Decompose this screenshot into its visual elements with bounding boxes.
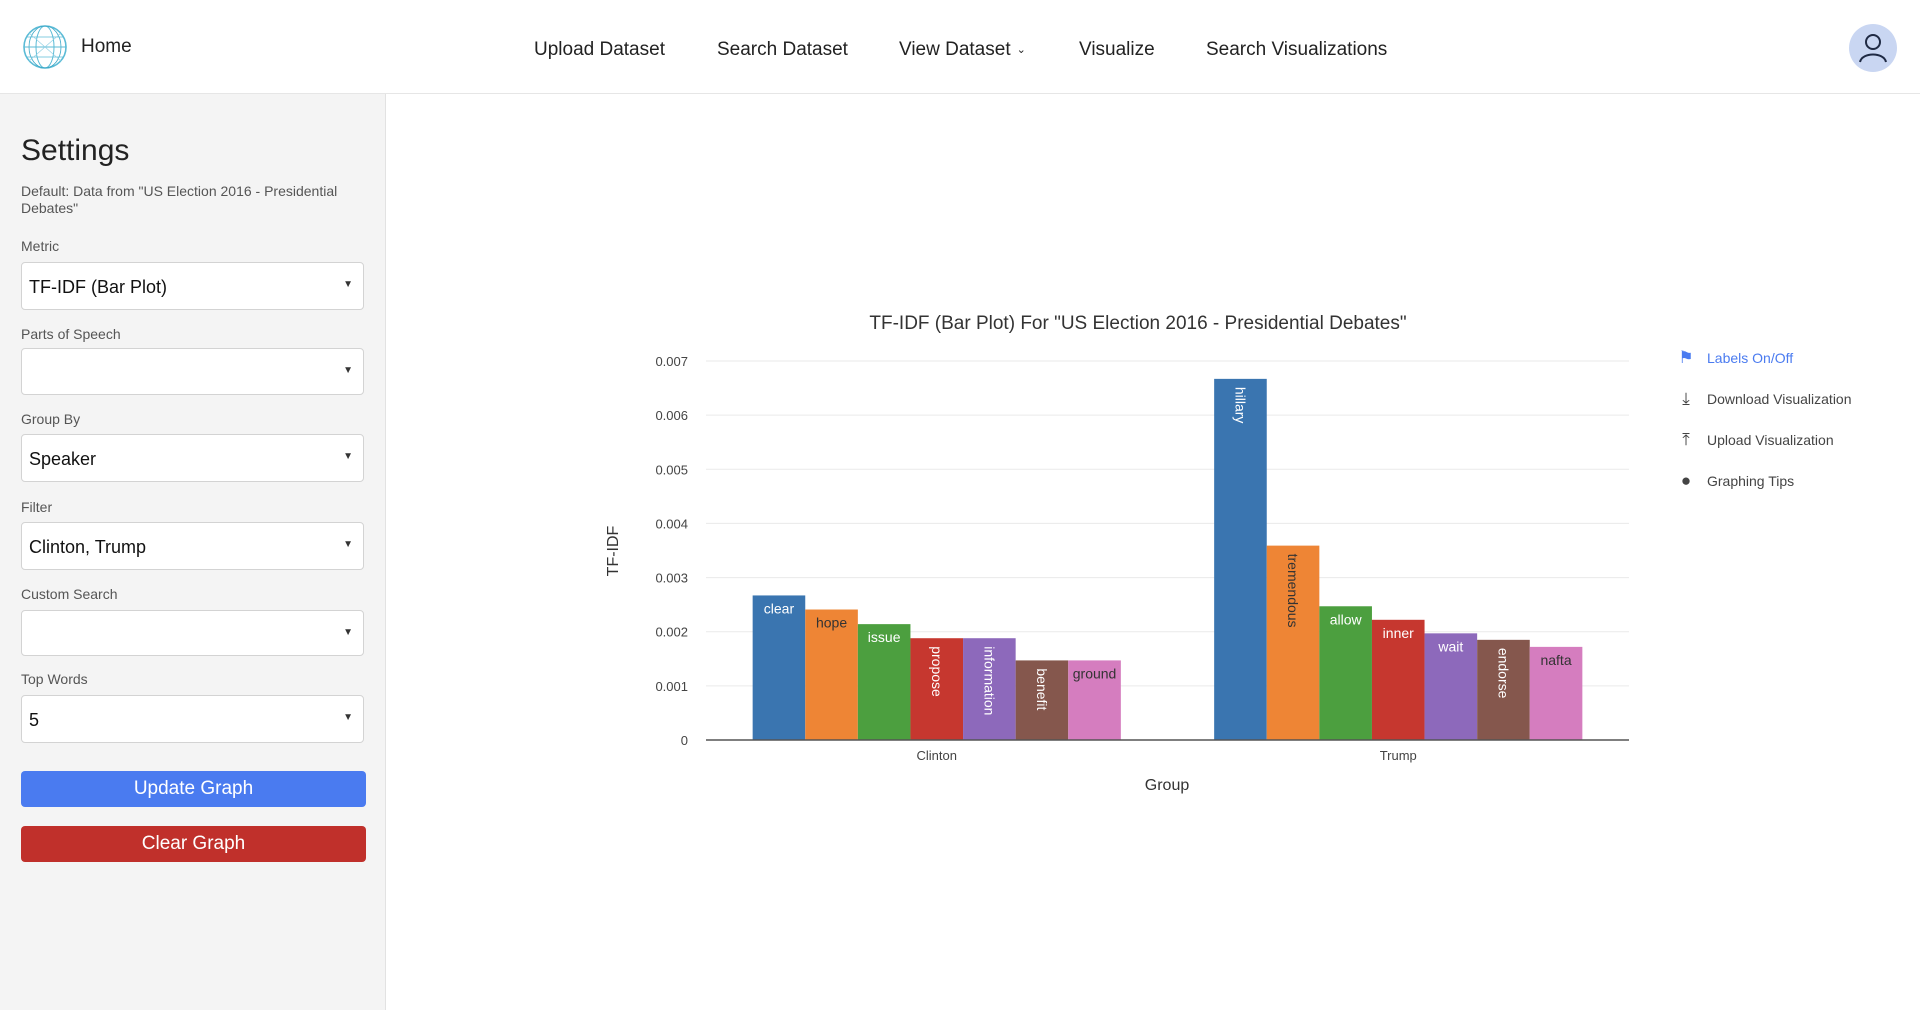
y-axis-title: TF-IDF xyxy=(605,525,622,576)
top-words-label: Top Words xyxy=(21,671,88,687)
bar-label: tremendous xyxy=(1285,554,1301,628)
x-tick-label: Trump xyxy=(1380,748,1417,763)
filter-select[interactable]: Clinton, Trump ▼ xyxy=(21,522,364,570)
y-tick-label: 0.006 xyxy=(655,408,688,423)
caret-down-icon: ▼ xyxy=(343,627,353,638)
parts-of-speech-select[interactable]: ▼ xyxy=(21,348,364,395)
caret-down-icon: ▼ xyxy=(343,365,353,376)
chevron-down-icon: ⌄ xyxy=(1016,44,1026,56)
group-by-value: Speaker xyxy=(29,449,97,469)
nav-search-visualizations[interactable]: Search Visualizations xyxy=(1206,39,1387,61)
nav-view-dataset[interactable]: View Dataset ⌄ xyxy=(899,39,1026,61)
x-tick-label: Clinton xyxy=(917,748,957,763)
upload-visualization-label: Upload Visualization xyxy=(1707,432,1834,448)
bar-label: allow xyxy=(1330,611,1363,627)
lightbulb-icon: ● xyxy=(1680,471,1692,490)
labels-toggle-button[interactable]: ⚑ Labels On/Off xyxy=(1675,348,1793,368)
x-axis-title: Group xyxy=(1145,777,1190,794)
bar-label: wait xyxy=(1437,638,1463,654)
bar-label: inner xyxy=(1383,625,1414,641)
graphing-tips-button[interactable]: ● Graphing Tips xyxy=(1675,471,1794,491)
download-icon: ⤓ xyxy=(1682,389,1690,408)
graphing-tips-label: Graphing Tips xyxy=(1707,473,1795,489)
caret-down-icon: ▼ xyxy=(343,279,353,290)
bar-label: ground xyxy=(1073,665,1117,681)
custom-search-label: Custom Search xyxy=(21,586,118,602)
clear-graph-button[interactable]: Clear Graph xyxy=(21,826,366,862)
user-avatar[interactable] xyxy=(1849,24,1897,72)
y-tick-label: 0.004 xyxy=(655,516,688,531)
settings-description: Default: Data from "US Election 2016 - P… xyxy=(21,183,338,216)
group-by-label: Group By xyxy=(21,411,81,427)
bar-trump-hillary[interactable] xyxy=(1214,378,1267,740)
metric-select[interactable]: TF-IDF (Bar Plot) ▼ xyxy=(21,262,364,310)
bar-label: issue xyxy=(868,629,901,645)
y-tick-label: 0.002 xyxy=(655,625,688,640)
bar-label: information xyxy=(981,646,997,715)
bar-clinton-clear[interactable] xyxy=(752,595,806,740)
nav-visualize[interactable]: Visualize xyxy=(1079,39,1155,61)
globe-logo-icon[interactable] xyxy=(21,23,69,71)
chart-title: TF-IDF (Bar Plot) For "US Election 2016 … xyxy=(869,313,1406,334)
nav-upload-dataset[interactable]: Upload Dataset xyxy=(534,39,665,61)
bar-label: benefit xyxy=(1034,668,1050,710)
top-navbar: Home Upload Dataset Search Dataset View … xyxy=(0,0,1920,94)
home-link[interactable]: Home xyxy=(81,36,132,58)
update-graph-button[interactable]: Update Graph xyxy=(21,771,366,807)
metric-value: TF-IDF (Bar Plot) xyxy=(29,277,167,297)
top-words-value: 5 xyxy=(29,710,40,730)
top-words-select[interactable]: 5 ▼ xyxy=(21,695,364,743)
labels-toggle-label: Labels On/Off xyxy=(1707,350,1794,366)
caret-down-icon: ▼ xyxy=(343,712,353,723)
caret-down-icon: ▼ xyxy=(343,451,353,462)
bar-label: propose xyxy=(929,646,945,697)
bar-label: hope xyxy=(816,615,847,631)
caret-down-icon: ▼ xyxy=(343,539,353,550)
upload-icon: ⤒ xyxy=(1682,430,1690,449)
filter-value: Clinton, Trump xyxy=(29,537,147,557)
bar-label: clear xyxy=(764,600,795,616)
y-tick-label: 0.005 xyxy=(655,462,688,477)
filter-label: Filter xyxy=(21,499,53,515)
parts-of-speech-label: Parts of Speech xyxy=(21,326,121,342)
y-tick-label: 0 xyxy=(681,733,688,748)
user-icon xyxy=(1859,34,1887,63)
group-by-select[interactable]: Speaker ▼ xyxy=(21,434,364,482)
y-tick-label: 0.001 xyxy=(655,679,688,694)
tag-icon: ⚑ xyxy=(1678,348,1694,367)
bar-label: hillary xyxy=(1232,387,1248,424)
download-visualization-button[interactable]: ⤓ Download Visualization xyxy=(1675,389,1852,409)
y-tick-label: 0.007 xyxy=(655,354,688,369)
bar-label: endorse xyxy=(1495,648,1511,699)
custom-search-select[interactable]: ▼ xyxy=(21,610,364,656)
download-visualization-label: Download Visualization xyxy=(1707,391,1852,407)
settings-title: Settings xyxy=(21,134,130,167)
upload-visualization-button[interactable]: ⤒ Upload Visualization xyxy=(1675,430,1834,450)
nav-search-dataset[interactable]: Search Dataset xyxy=(717,39,848,61)
settings-sidebar: Settings Default: Data from "US Election… xyxy=(0,94,386,1010)
tfidf-bar-chart: clear hope issue propose information benefit g… xyxy=(605,313,1629,794)
bar-label: nafta xyxy=(1540,652,1571,668)
metric-label: Metric xyxy=(21,238,60,254)
nav-view-dataset-label: View Dataset xyxy=(899,39,1011,60)
y-tick-label: 0.003 xyxy=(655,571,688,586)
